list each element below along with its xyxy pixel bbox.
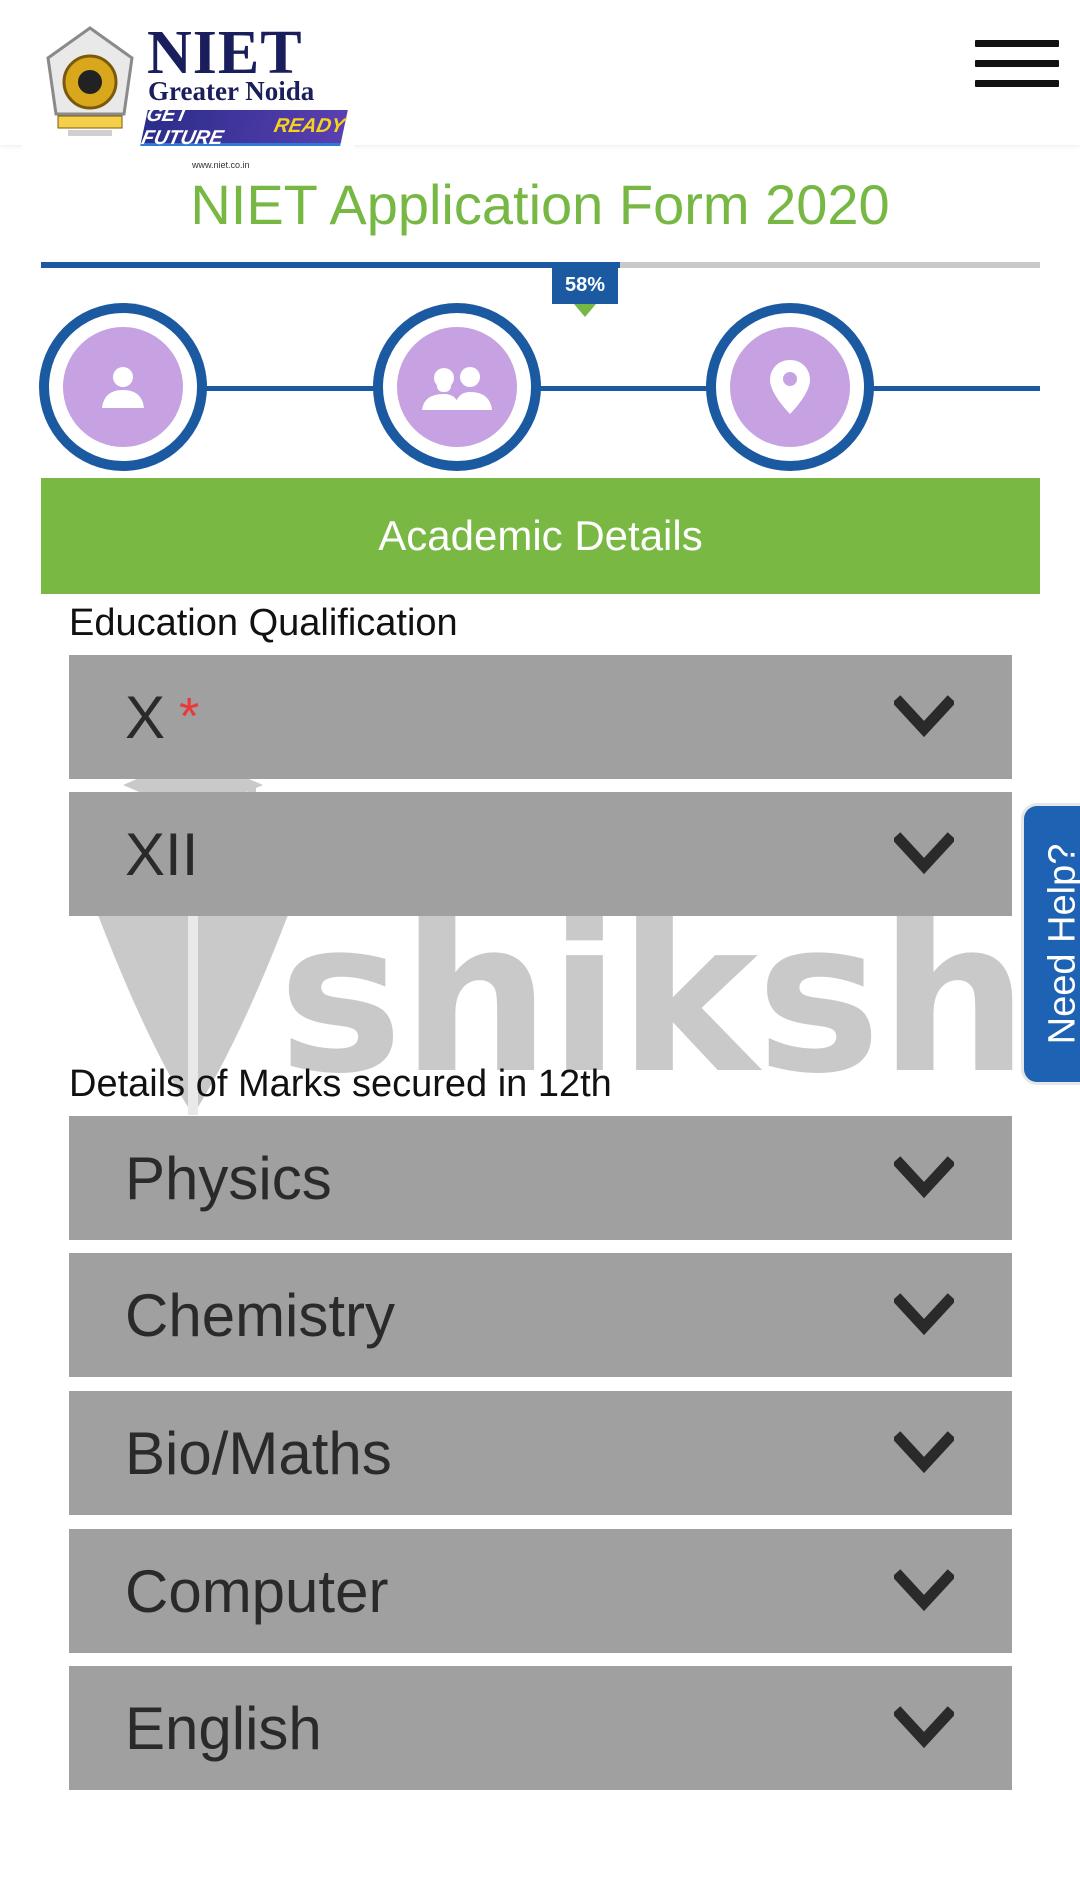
steps-connector <box>120 386 1040 391</box>
parents-icon <box>422 367 492 410</box>
logo-tag-part1: GET FUTURE <box>139 103 226 149</box>
need-help-label: Need Help? <box>1041 843 1080 1045</box>
education-label: Education Qualification <box>69 602 458 644</box>
section-academic-details: Academic Details <box>41 478 1040 594</box>
step-ring <box>716 313 864 461</box>
chevron-down-icon <box>894 832 954 875</box>
select-bio-maths[interactable]: Bio/Maths <box>69 1391 1012 1515</box>
select-x-label: X * <box>125 655 199 779</box>
step-parents[interactable] <box>373 303 541 471</box>
select-xii-text: XII <box>125 820 199 888</box>
select-chemistry[interactable]: Chemistry <box>69 1253 1012 1377</box>
chevron-down-icon <box>894 1156 954 1199</box>
select-computer[interactable]: Computer <box>69 1529 1012 1653</box>
select-chemistry-text: Chemistry <box>125 1281 396 1349</box>
select-english-text: English <box>125 1694 322 1762</box>
chevron-down-icon <box>894 1569 954 1612</box>
required-asterisk: * <box>179 688 200 746</box>
chevron-down-icon <box>894 695 954 738</box>
step-inner <box>397 327 517 447</box>
niet-logo[interactable]: NIET Greater Noida GET FUTURE READY www.… <box>22 14 354 178</box>
select-x[interactable]: X * <box>69 655 1012 779</box>
form-title: NIET Application Form 2020 <box>190 173 890 236</box>
logo-tagline: GET FUTURE READY <box>140 104 348 149</box>
chevron-down-icon <box>894 1706 954 1749</box>
progress-fill <box>41 262 621 268</box>
page: NIET Greater Noida GET FUTURE READY www.… <box>0 0 1080 1884</box>
select-physics[interactable]: Physics <box>69 1116 1012 1240</box>
logo-name: NIET <box>147 19 303 87</box>
step-ring <box>49 313 197 461</box>
hamburger-bar <box>975 60 1059 67</box>
select-physics-text: Physics <box>125 1144 332 1212</box>
chevron-down-icon <box>894 1431 954 1474</box>
user-icon <box>102 367 144 408</box>
select-english[interactable]: English <box>69 1666 1012 1790</box>
logo-subtitle: Greater Noida <box>148 76 315 106</box>
step-ring <box>383 313 531 461</box>
step-address[interactable] <box>706 303 874 471</box>
select-bio-maths-text: Bio/Maths <box>125 1419 392 1487</box>
location-pin-icon <box>770 360 810 414</box>
header: NIET Greater Noida GET FUTURE READY www.… <box>0 0 1080 178</box>
logo-url: www.niet.co.in <box>192 160 250 170</box>
progress-badge: 58% <box>552 266 618 317</box>
emblem-icon <box>46 26 134 136</box>
select-xii[interactable]: XII <box>69 792 1012 916</box>
need-help-button[interactable]: Need Help? <box>1021 803 1080 1085</box>
step-inner <box>63 327 183 447</box>
hamburger-bar <box>975 40 1059 47</box>
select-computer-text: Computer <box>125 1557 389 1625</box>
hamburger-bar <box>975 80 1059 87</box>
select-x-text: X <box>125 683 166 751</box>
marks-label: Details of Marks secured in 12th <box>69 1063 612 1105</box>
hamburger-icon[interactable] <box>975 40 1059 88</box>
progress-bar <box>41 262 1040 268</box>
chevron-down-icon <box>894 1293 954 1336</box>
step-inner <box>730 327 850 447</box>
logo-tag-part2: READY <box>272 115 347 137</box>
step-personal[interactable] <box>39 303 207 471</box>
